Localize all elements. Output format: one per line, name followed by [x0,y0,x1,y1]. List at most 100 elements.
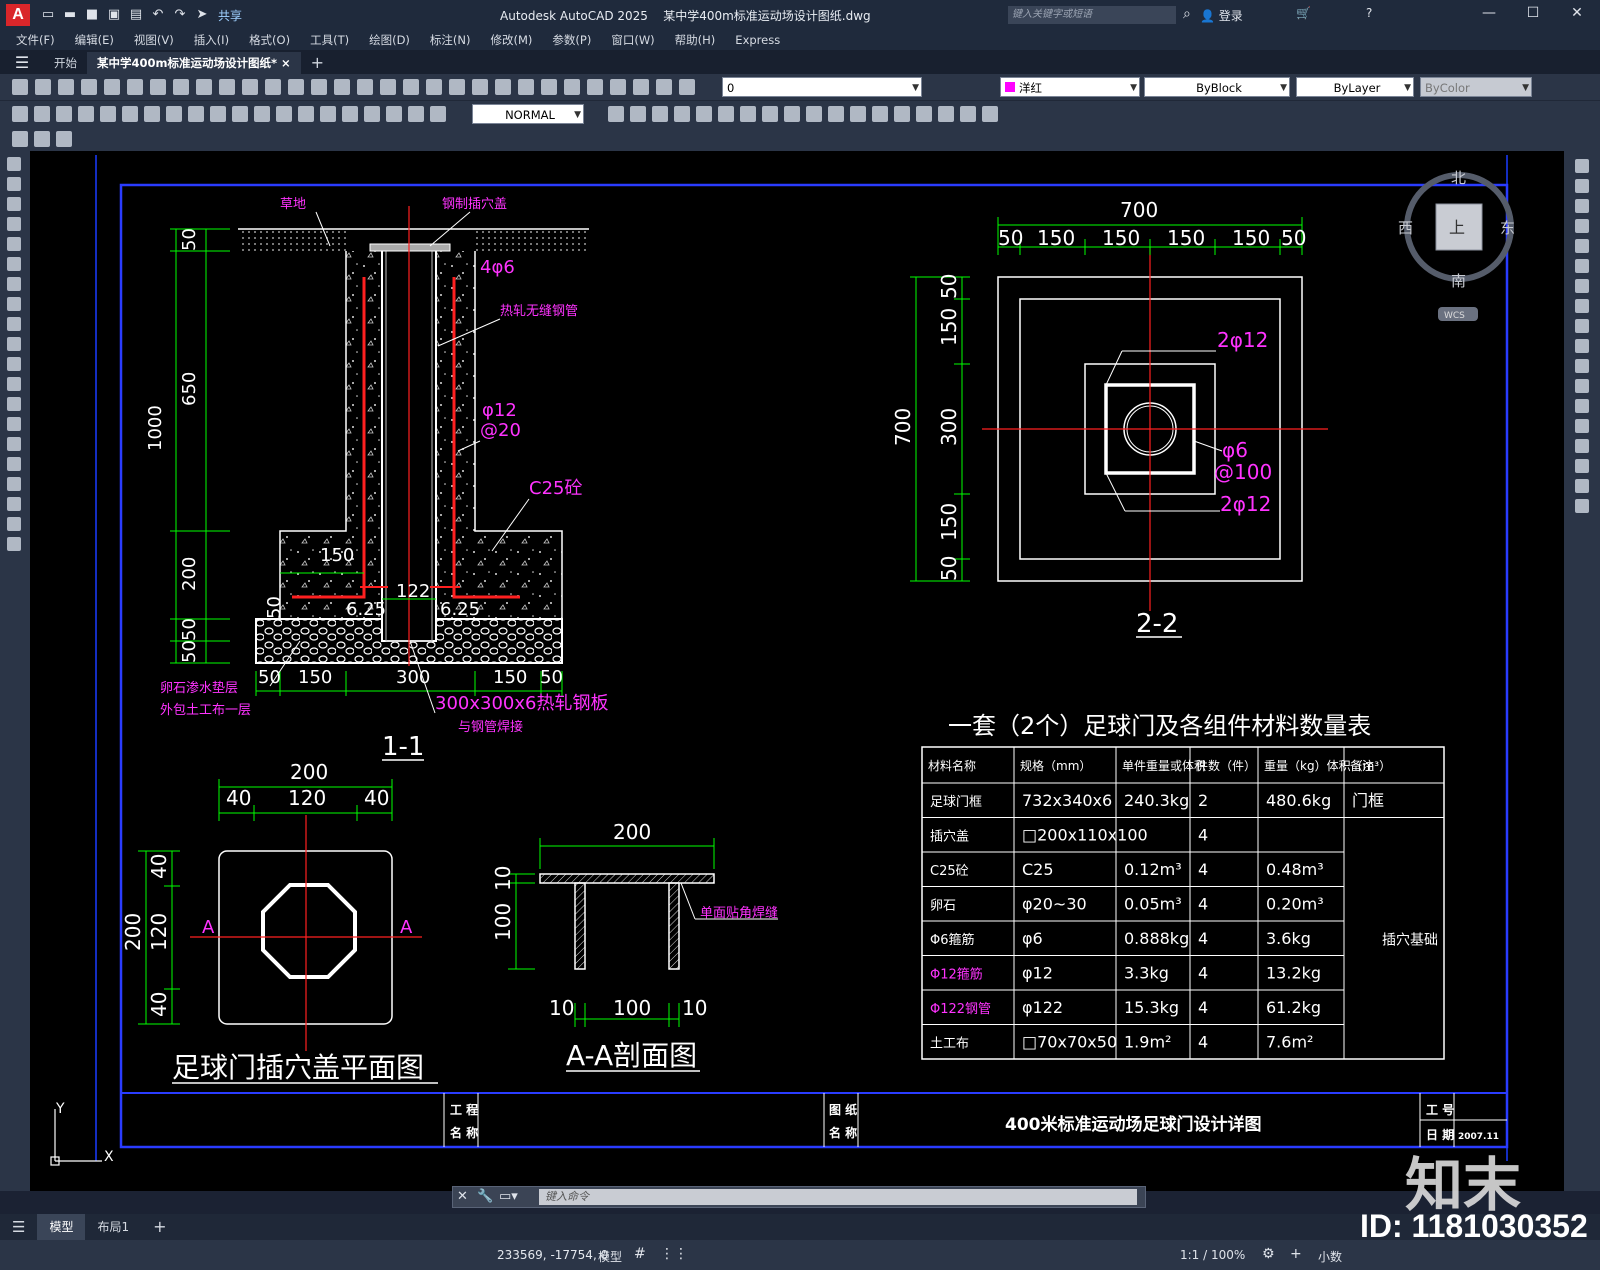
plotstyle-dropdown[interactable]: ByColor ▼ [1420,77,1532,97]
menu-item[interactable]: 插入(I) [194,32,229,48]
tab-model[interactable]: 模型 [37,1214,86,1240]
toolbar-tool-icon[interactable] [718,106,734,122]
toolbar-tool-icon[interactable] [166,106,182,122]
toolbar-tool-icon[interactable] [342,106,358,122]
modify-tool-icon[interactable] [1575,319,1589,333]
menu-item[interactable]: 工具(T) [310,32,349,48]
snap-icon[interactable]: ⋮⋮ [660,1246,688,1262]
minimize-icon[interactable]: — [1474,5,1504,21]
toolbar-tool-icon[interactable] [679,79,695,95]
toolbar-tool-icon[interactable] [449,79,465,95]
plus-icon[interactable]: + [1290,1246,1302,1262]
toolbar-tool-icon[interactable] [56,106,72,122]
toolbar-tool-icon[interactable] [762,106,778,122]
toolbar-tool-icon[interactable] [430,106,446,122]
cmd-history-icon[interactable]: ▭▾ [499,1189,518,1204]
modify-tool-icon[interactable] [1575,439,1589,453]
plot-icon[interactable]: ▤ [128,7,144,23]
menu-item[interactable]: 绘图(D) [369,32,410,48]
toolbar-tool-icon[interactable] [12,131,28,147]
modify-tool-icon[interactable] [1575,199,1589,213]
toolbar-tool-icon[interactable] [472,79,488,95]
toolbar-tool-icon[interactable] [320,106,336,122]
draw-tool-icon[interactable] [7,417,21,431]
redo-icon[interactable]: ↷ [172,7,188,23]
toolbar-tool-icon[interactable] [12,106,28,122]
modify-tool-icon[interactable] [1575,239,1589,253]
toolbar-tool-icon[interactable] [541,79,557,95]
toolbar-tool-icon[interactable] [265,79,281,95]
modify-tool-icon[interactable] [1575,419,1589,433]
tab-close-icon[interactable]: × [281,56,291,70]
toolbar-tool-icon[interactable] [219,79,235,95]
wrench-icon[interactable]: 🔧 [477,1189,493,1204]
toolbar-tool-icon[interactable] [656,79,672,95]
layout-menu-icon[interactable]: ☰ [0,1214,37,1240]
toolbar-tool-icon[interactable] [608,106,624,122]
draw-tool-icon[interactable] [7,277,21,291]
modify-tool-icon[interactable] [1575,179,1589,193]
toolbar-tool-icon[interactable] [386,106,402,122]
toolbar-tool-icon[interactable] [144,106,160,122]
command-input[interactable]: 键入命令 [539,1189,1137,1205]
add-layout-button[interactable]: + [141,1214,178,1240]
toolbar-tool-icon[interactable] [12,79,28,95]
menu-item[interactable]: 修改(M) [491,32,533,48]
toolbar-tool-icon[interactable] [806,106,822,122]
toolbar-tool-icon[interactable] [254,106,270,122]
draw-tool-icon[interactable] [7,217,21,231]
toolbar-tool-icon[interactable] [357,79,373,95]
autocad-logo[interactable]: A [6,4,30,26]
toolbar-tool-icon[interactable] [35,79,51,95]
modify-tool-icon[interactable] [1575,499,1589,513]
draw-tool-icon[interactable] [7,317,21,331]
toolbar-tool-icon[interactable] [56,131,72,147]
modify-tool-icon[interactable] [1575,219,1589,233]
toolbar-tool-icon[interactable] [564,79,580,95]
undo-icon[interactable]: ↶ [150,7,166,23]
menu-item[interactable]: 视图(V) [134,32,174,48]
toolbar-tool-icon[interactable] [242,79,258,95]
tab-start[interactable]: 开始 [44,52,87,74]
toolbar-tool-icon[interactable] [630,106,646,122]
draw-tool-icon[interactable] [7,237,21,251]
maximize-icon[interactable]: ☐ [1518,5,1548,21]
menu-item[interactable]: 编辑(E) [75,32,114,48]
open-icon[interactable]: ▬ [62,7,78,23]
menu-item[interactable]: 格式(O) [249,32,290,48]
toolbar-tool-icon[interactable] [173,79,189,95]
share-icon[interactable]: ➤ [194,7,210,23]
draw-tool-icon[interactable] [7,477,21,491]
new-icon[interactable]: ▭ [40,7,56,23]
modify-tool-icon[interactable] [1575,479,1589,493]
draw-tool-icon[interactable] [7,157,21,171]
close-icon[interactable]: ✕ [1562,5,1592,21]
model-space-button[interactable]: 模型 [598,1248,622,1265]
dimstyle-dropdown[interactable]: NORMAL ▼ [472,104,584,124]
draw-tool-icon[interactable] [7,457,21,471]
drawing-canvas[interactable]: 1000 650 200 50 50 50 50 150 122 6.25 6.… [30,151,1564,1191]
toolbar-tool-icon[interactable] [58,79,74,95]
search-icon[interactable]: ⌕ [1183,6,1191,22]
draw-tool-icon[interactable] [7,297,21,311]
draw-tool-icon[interactable] [7,337,21,351]
toolbar-tool-icon[interactable] [408,106,424,122]
toolbar-tool-icon[interactable] [938,106,954,122]
toolbar-tool-icon[interactable] [850,106,866,122]
tab-layout1[interactable]: 布局1 [85,1214,141,1240]
modify-tool-icon[interactable] [1575,339,1589,353]
toolbar-tool-icon[interactable] [81,79,97,95]
linetype-dropdown[interactable]: ByBlock ▼ [1144,77,1290,97]
toolbar-tool-icon[interactable] [633,79,649,95]
share-button[interactable]: 共享 [218,7,242,24]
draw-tool-icon[interactable] [7,537,21,551]
menu-item[interactable]: Express [735,33,780,47]
toolbar-tool-icon[interactable] [127,79,143,95]
toolbar-tool-icon[interactable] [652,106,668,122]
toolbar-tool-icon[interactable] [426,79,442,95]
toolbar-tool-icon[interactable] [784,106,800,122]
grid-icon[interactable]: # [634,1246,646,1262]
toolbar-tool-icon[interactable] [276,106,292,122]
saveas-icon[interactable]: ▣ [106,7,122,23]
toolbar-tool-icon[interactable] [610,79,626,95]
